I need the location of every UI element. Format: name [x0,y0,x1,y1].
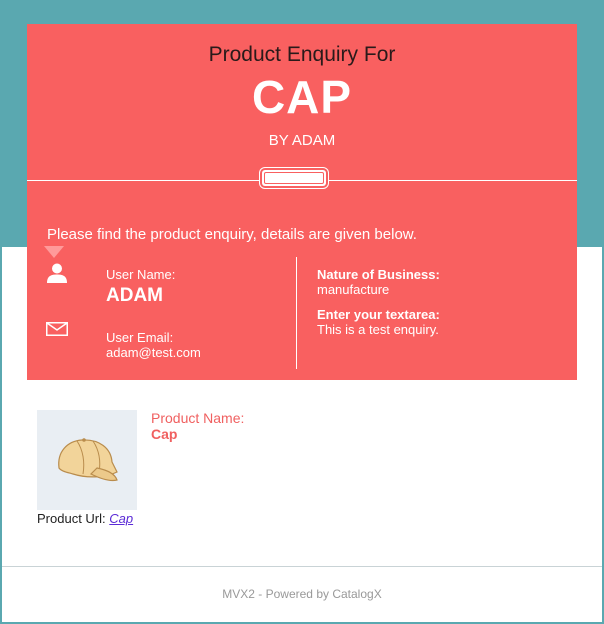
user-name-value: ADAM [106,285,163,306]
mail-icon [46,322,68,336]
business-label: Nature of Business: [317,267,440,282]
divider-ornament [262,170,326,186]
intro-text: Please find the product enquiry, details… [47,226,417,243]
user-icon [47,263,67,283]
user-email-label: User Email: [106,330,174,345]
cap-icon [58,438,118,482]
user-email-value: adam@test.com [106,345,201,360]
product-url-row: Product Url: Cap [37,511,133,526]
business-value: manufacture [317,282,390,297]
enquiry-pre-title: Product Enquiry For [208,43,396,66]
product-name-value: Cap [151,426,178,442]
email-preview: { "header": { "pre_title": "Product Enqu… [0,0,604,624]
product-name-label: Product Name: [151,410,245,426]
footer-text: MVX2 - Powered by CatalogX [222,587,382,601]
pointer-triangle-icon [44,246,64,258]
product-url-label: Product Url: [37,511,106,526]
user-name-label: User Name: [106,267,176,282]
by-line: BY ADAM [268,132,336,149]
product-image [37,410,137,510]
textarea-label: Enter your textarea: [317,307,440,322]
footer-divider [2,566,602,567]
product-url-link[interactable]: Cap [109,511,133,526]
product-title: CAP [251,71,353,123]
textarea-value: This is a test enquiry. [317,322,439,337]
enquiry-card: Product Enquiry For CAP BY ADAM Please f… [27,24,577,380]
column-separator [296,257,297,369]
